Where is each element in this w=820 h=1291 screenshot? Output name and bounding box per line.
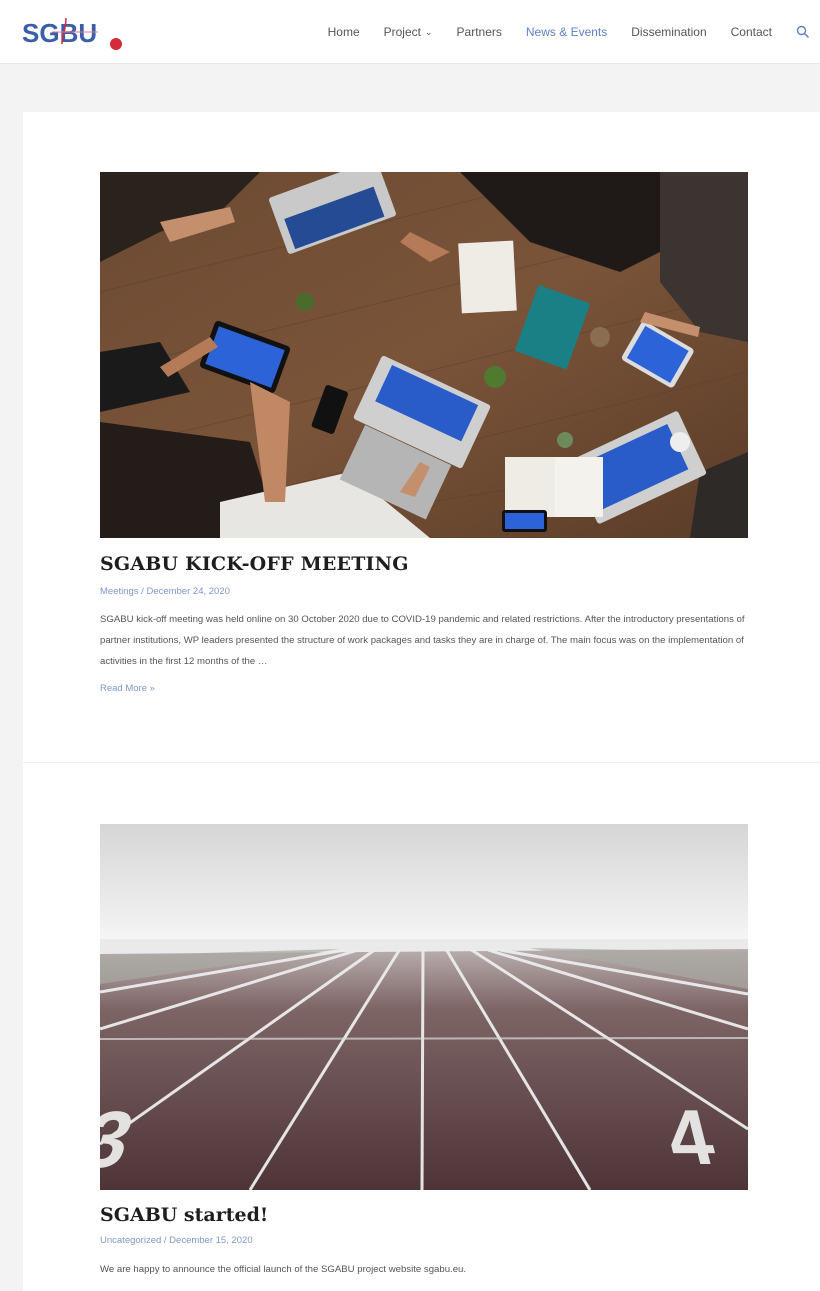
post-featured-image[interactable]: 3 4 xyxy=(100,824,748,1190)
nav-item-home[interactable]: Home xyxy=(328,25,360,39)
nav-item-label: News & Events xyxy=(525,25,608,39)
post-card: SGABU KICK-OFF MEETING Meetings / Decemb… xyxy=(23,112,820,763)
nav-item-label: Contact xyxy=(730,25,772,39)
chevron-down-icon: ⌄ xyxy=(424,26,433,37)
nav-item-label: Home xyxy=(327,25,360,39)
nav-item-news-events[interactable]: News & Events xyxy=(526,25,607,39)
post-card: 3 4 SGABU started! Uncategorized / Decem… xyxy=(23,763,820,1291)
nav-item-partners[interactable]: Partners xyxy=(457,25,502,39)
nav-item-contact[interactable]: Contact xyxy=(731,25,772,39)
logo-wordmark: SGBU xyxy=(22,18,97,48)
read-more-link[interactable]: Read More » xyxy=(100,683,155,694)
running-track-image: 3 4 xyxy=(100,824,748,1190)
main-nav: Home Project ⌄ Partners News & Events Dis… xyxy=(328,0,820,64)
post-excerpt: SGABU kick-off meeting was held online o… xyxy=(100,614,745,667)
nav-item-project[interactable]: Project ⌄ xyxy=(384,25,433,39)
site-header: SGBU Home Project ⌄ Partners News & Event… xyxy=(0,0,820,64)
post-excerpt: We are happy to announce the official la… xyxy=(100,1264,467,1275)
nav-item-label: Dissemination xyxy=(631,25,707,39)
meeting-table-image xyxy=(100,172,748,538)
nav-item-label: Project xyxy=(383,25,421,39)
nav-item-dissemination[interactable]: Dissemination xyxy=(631,25,706,39)
nav-item-label: Partners xyxy=(456,25,502,39)
logo-graphic: SGBU xyxy=(22,17,122,50)
post-title[interactable]: SGABU KICK-OFF MEETING xyxy=(100,553,409,575)
post-meta[interactable]: Uncategorized / December 15, 2020 xyxy=(100,1235,253,1246)
post-title[interactable]: SGABU started! xyxy=(100,1204,268,1226)
search-icon[interactable] xyxy=(796,25,810,39)
site-logo[interactable]: SGBU xyxy=(22,12,132,54)
post-featured-image[interactable] xyxy=(100,172,748,538)
posts-container: SGABU KICK-OFF MEETING Meetings / Decemb… xyxy=(23,112,820,1291)
post-meta[interactable]: Meetings / December 24, 2020 xyxy=(100,586,230,597)
